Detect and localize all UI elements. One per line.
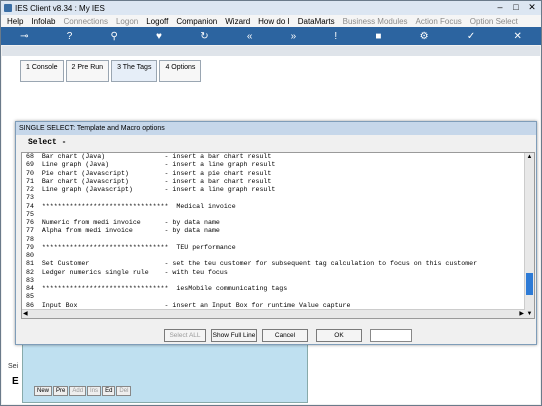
scroll-right-icon[interactable]: ▶ — [519, 310, 524, 318]
back-icon[interactable]: « — [247, 31, 253, 42]
list-item[interactable]: 83 — [26, 277, 526, 285]
search-icon[interactable]: ⚲ — [111, 31, 118, 42]
scroll-thumb[interactable] — [526, 273, 533, 295]
menu-item-connections: Connections — [63, 16, 108, 26]
help-icon[interactable]: ? — [67, 31, 73, 42]
side-letter: E — [12, 376, 19, 387]
tab-2-pre-run[interactable]: 2 Pre Run — [65, 60, 110, 82]
menu-item-companion[interactable]: Companion — [176, 17, 217, 26]
list-item[interactable]: 80 — [26, 252, 526, 260]
list-item[interactable]: 70 Pie chart (Javascript) - insert a pie… — [26, 170, 526, 178]
top-band — [2, 46, 540, 56]
main-window: IES Client v8.34 : My IES – □ ✕ Help Info… — [0, 0, 542, 406]
scroll-left-icon[interactable]: ◀ — [23, 310, 28, 318]
new-button[interactable]: New — [34, 386, 53, 396]
maximize-button[interactable]: □ — [511, 2, 521, 13]
menu-item-option-select: Option Select — [469, 16, 518, 26]
tab-3-the-tags[interactable]: 3 The Tags — [111, 60, 158, 82]
tab-4-options[interactable]: 4 Options — [159, 60, 202, 82]
list-item[interactable]: 84 ******************************** iesM… — [26, 285, 526, 293]
list-item[interactable]: 75 — [26, 211, 526, 219]
show-full-line-button[interactable]: Show Full Line — [211, 329, 257, 342]
refresh-icon[interactable]: ↻ — [200, 31, 208, 42]
list-item[interactable]: 88 Page Link To - insert a Page Link To — [26, 318, 526, 319]
scroll-up-icon[interactable]: ▲ — [525, 153, 534, 161]
list-item[interactable]: 82 Ledger numerics single rule - with te… — [26, 269, 526, 277]
menu-item-business-modules: Business Modules — [342, 16, 408, 26]
dialog-title: SINGLE SELECT: Template and Macro option… — [16, 122, 536, 135]
add-button[interactable]: Add — [69, 386, 87, 396]
menu-item-logon: Logon — [115, 16, 139, 26]
value-input[interactable] — [370, 329, 412, 342]
list-item[interactable]: 77 Alpha from medi invoice - by data nam… — [26, 227, 526, 235]
record-buttons: New Pre Add Ins Ed Del — [34, 386, 132, 396]
horizontal-scrollbar[interactable]: ◀ ▶ — [22, 309, 525, 318]
key-icon[interactable]: ⊸ — [20, 31, 28, 42]
app-icon — [4, 4, 12, 12]
list-item[interactable]: 73 — [26, 194, 526, 202]
ins-button[interactable]: Ins — [87, 386, 102, 396]
info-icon[interactable]: ! — [334, 31, 337, 42]
menu-item-logoff[interactable]: Logoff — [146, 17, 168, 26]
close-icon[interactable]: ✕ — [513, 31, 521, 42]
title-bar: IES Client v8.34 : My IES – □ ✕ — [1, 1, 541, 15]
list-item[interactable]: 76 Numeric from medi invoice - by data n… — [26, 219, 526, 227]
toolbar: ⊸? ⚲ ♥ ↻ « »! ■ ⚙ ✓ ✕ — [1, 27, 541, 45]
window-controls: – □ ✕ — [495, 2, 537, 13]
forward-icon[interactable]: » — [291, 31, 297, 42]
list-item[interactable]: 81 Set Customer - set the teu customer f… — [26, 260, 526, 268]
list-item[interactable]: 85 — [26, 293, 526, 301]
list-item[interactable]: 74 ******************************** Medi… — [26, 203, 526, 211]
ok-button[interactable]: OK — [316, 329, 362, 342]
heart-icon[interactable]: ♥ — [156, 31, 162, 42]
list-item[interactable]: 79 ******************************** TEU … — [26, 244, 526, 252]
menu-item-datamarts[interactable]: DataMarts — [298, 17, 335, 26]
single-select-dialog: SINGLE SELECT: Template and Macro option… — [15, 121, 537, 345]
list-item[interactable]: 68 Bar chart (Java) - insert a bar chart… — [26, 153, 526, 161]
del-button[interactable]: Del — [116, 386, 132, 396]
stop-icon[interactable]: ■ — [375, 31, 381, 42]
window-title: IES Client v8.34 : My IES — [15, 3, 105, 13]
list-item[interactable]: 69 Line graph (Java) - insert a line gra… — [26, 161, 526, 169]
select-all-button[interactable]: Select ALL — [164, 329, 206, 342]
menu-item-infolab[interactable]: Infolab — [31, 17, 55, 26]
tab-strip: 1 Console 2 Pre Run 3 The Tags 4 Options — [20, 60, 202, 82]
list-item[interactable]: 71 Bar chart (Javascript) - insert a bar… — [26, 178, 526, 186]
menu-item-wizard[interactable]: Wizard — [225, 17, 250, 26]
option-lines: 68 Bar chart (Java) - insert a bar chart… — [26, 153, 526, 319]
dialog-buttons: Select ALL Show Full Line Cancel OK — [164, 329, 412, 342]
list-item[interactable]: 72 Line graph (Javascript) - insert a li… — [26, 186, 526, 194]
menu-item-help[interactable]: Help — [7, 17, 23, 26]
settings-icon[interactable]: ⚙ — [420, 31, 429, 42]
side-label: Sei — [8, 363, 19, 370]
menu-item-action-focus: Action Focus — [415, 16, 462, 26]
ed-button[interactable]: Ed — [102, 386, 116, 396]
menu-bar: Help Infolab Connections Logon Logoff Compani… — [1, 15, 541, 27]
menu-item-how-do-i[interactable]: How do I — [258, 17, 290, 26]
check-icon[interactable]: ✓ — [467, 31, 475, 42]
options-listbox[interactable]: 68 Bar chart (Java) - insert a bar chart… — [21, 152, 535, 319]
minimize-button[interactable]: – — [495, 2, 505, 13]
list-item[interactable]: 78 — [26, 236, 526, 244]
vertical-scrollbar[interactable]: ▲ ▼ — [524, 153, 534, 318]
pre-button[interactable]: Pre — [53, 386, 69, 396]
dialog-heading: Select - — [28, 138, 67, 147]
cancel-button[interactable]: Cancel — [262, 329, 308, 342]
scroll-down-icon[interactable]: ▼ — [525, 310, 534, 318]
tab-1-console[interactable]: 1 Console — [20, 60, 64, 82]
close-window-button[interactable]: ✕ — [527, 2, 537, 13]
